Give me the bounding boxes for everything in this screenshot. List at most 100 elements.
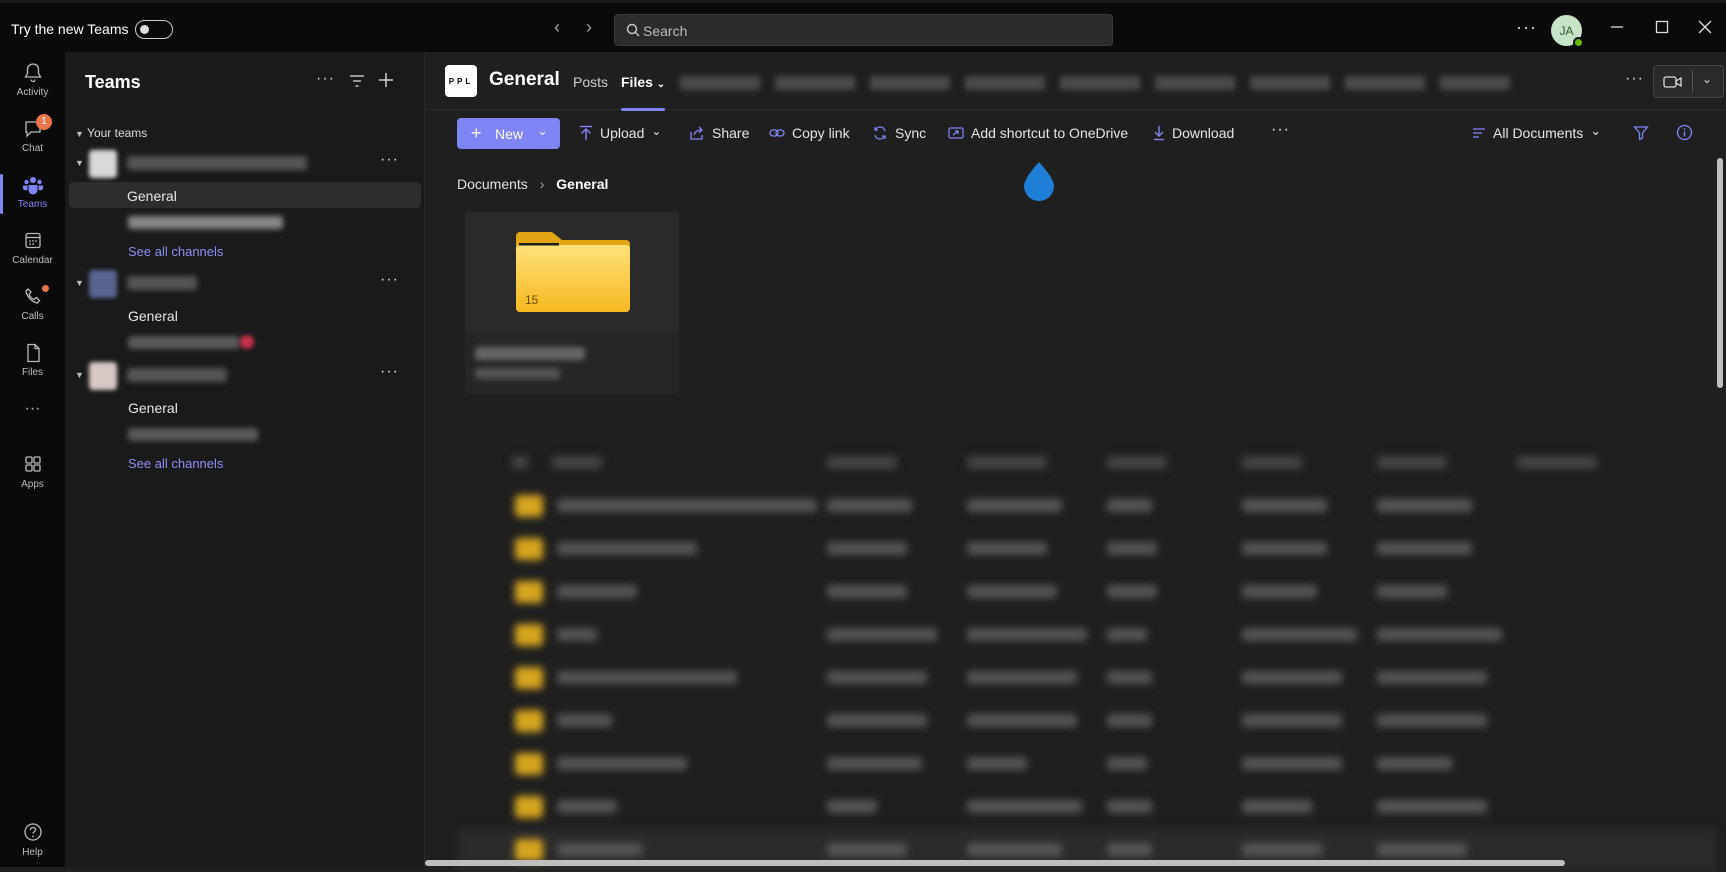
table-row[interactable]	[457, 485, 1717, 528]
upload-icon	[580, 125, 592, 140]
title-bar: Try the new Teams ‹ › ··· JA	[0, 0, 1726, 52]
try-new-teams-toggle[interactable]	[135, 20, 173, 39]
rail-item-help[interactable]: Help	[0, 816, 65, 868]
table-row[interactable]	[457, 743, 1717, 786]
folder-icon	[515, 753, 543, 775]
folder-tile[interactable]: 15	[465, 212, 679, 394]
filter-icon[interactable]	[349, 74, 365, 88]
see-all-channels-link[interactable]: See all channels	[128, 244, 223, 259]
cell	[827, 585, 907, 598]
copy-link-button[interactable]: Copy link	[769, 125, 850, 141]
rail-item-more[interactable]: ···	[0, 400, 65, 452]
team-row[interactable]: ▼ ···	[75, 150, 415, 178]
document-list-blurred	[457, 442, 1717, 872]
upload-button[interactable]: Upload ⌄	[579, 124, 661, 141]
back-arrow-icon[interactable]: ‹	[554, 17, 560, 38]
new-button[interactable]: + New ⌄	[457, 118, 560, 149]
channel-redacted[interactable]	[128, 336, 240, 349]
table-row[interactable]	[457, 657, 1717, 700]
table-row[interactable]	[457, 571, 1717, 614]
teams-icon	[22, 177, 43, 195]
chevron-right-icon: ›	[539, 176, 545, 192]
table-row[interactable]	[457, 614, 1717, 657]
team-avatar	[89, 270, 117, 298]
download-button[interactable]: Download	[1153, 125, 1234, 141]
cell	[1107, 499, 1152, 512]
header-more-icon[interactable]: ···	[1625, 70, 1644, 88]
search-input[interactable]	[643, 21, 1093, 41]
horizontal-scrollbar[interactable]	[425, 860, 1565, 866]
team-more-icon[interactable]: ···	[380, 271, 399, 289]
caret-down-icon: ▼	[75, 158, 84, 168]
team-more-icon[interactable]: ···	[380, 151, 399, 169]
channel-redacted[interactable]	[128, 428, 258, 441]
folder-icon	[515, 581, 543, 603]
see-all-channels-link[interactable]: See all channels	[128, 456, 223, 471]
folder-icon	[515, 710, 543, 732]
cell	[557, 585, 637, 598]
rail-item-chat[interactable]: 1 Chat	[0, 112, 65, 164]
folder-icon	[515, 538, 543, 560]
more-options-icon[interactable]: ···	[316, 70, 335, 88]
column-header	[1377, 456, 1447, 469]
download-label: Download	[1172, 125, 1235, 141]
rail-item-calendar[interactable]: Calendar	[0, 224, 65, 276]
avatar[interactable]: JA	[1551, 15, 1584, 48]
new-label: New	[495, 126, 524, 142]
meet-button[interactable]: ⌄	[1653, 65, 1724, 98]
channel-general[interactable]: General	[69, 182, 421, 208]
maximize-icon[interactable]	[1652, 17, 1672, 37]
add-team-icon[interactable]	[378, 72, 394, 88]
team-row[interactable]: ▼ ···	[75, 270, 415, 298]
search-box[interactable]	[614, 14, 1113, 46]
share-button[interactable]: Share	[689, 125, 749, 141]
bell-icon	[23, 63, 42, 83]
rail-label: Calls	[21, 311, 44, 322]
your-teams-label: Your teams	[87, 126, 148, 140]
vertical-scrollbar[interactable]	[1717, 158, 1723, 388]
your-teams-header[interactable]: ▼ Your teams	[75, 126, 147, 140]
add-shortcut-button[interactable]: Add shortcut to OneDrive	[948, 125, 1128, 141]
rail-item-teams[interactable]: Teams	[0, 168, 65, 220]
column-header	[967, 456, 1047, 469]
column-header	[827, 456, 897, 469]
rail-item-calls[interactable]: Calls	[0, 280, 65, 332]
link-icon	[769, 129, 785, 137]
settings-more-icon[interactable]: ···	[1516, 17, 1537, 38]
cell	[1377, 628, 1502, 641]
filter-icon[interactable]	[1633, 125, 1649, 141]
toolbar-more-icon[interactable]: ···	[1271, 121, 1290, 139]
tab-files[interactable]: Files ⌄	[621, 74, 665, 90]
table-row[interactable]	[457, 528, 1717, 571]
close-icon[interactable]	[1695, 17, 1715, 37]
minimize-icon[interactable]	[1607, 17, 1627, 37]
chevron-down-icon[interactable]: ⌄	[1702, 72, 1712, 86]
cell	[967, 800, 1082, 813]
additional-tabs-redacted[interactable]	[680, 76, 1510, 90]
teams-sidebar: Teams ··· ▼ Your teams ▼ ··· General See…	[65, 52, 425, 867]
rail-item-apps[interactable]: Apps	[0, 448, 65, 500]
rail-label: Apps	[21, 479, 44, 490]
table-row[interactable]	[457, 700, 1717, 743]
channel-redacted[interactable]	[128, 216, 283, 229]
mention-badge	[240, 335, 254, 349]
sync-button[interactable]: Sync	[872, 125, 926, 141]
team-row[interactable]: ▼ ···	[75, 362, 415, 390]
info-icon[interactable]	[1676, 124, 1693, 141]
table-row[interactable]	[457, 786, 1717, 829]
channel-general[interactable]: General	[128, 308, 178, 324]
rail-item-files[interactable]: Files	[0, 336, 65, 388]
team-more-icon[interactable]: ···	[380, 363, 399, 381]
breadcrumb-documents[interactable]: Documents	[457, 176, 528, 192]
cell	[1107, 628, 1147, 641]
rail-item-activity[interactable]: Activity	[0, 56, 65, 108]
video-camera-icon	[1663, 76, 1682, 88]
forward-arrow-icon[interactable]: ›	[586, 17, 592, 38]
breadcrumb-general: General	[556, 176, 609, 192]
channel-general[interactable]: General	[128, 400, 178, 416]
cell	[557, 499, 817, 512]
cell	[827, 714, 927, 727]
view-selector[interactable]: All Documents ⌄	[1472, 123, 1601, 141]
rail-label: Activity	[16, 87, 49, 98]
tab-posts[interactable]: Posts	[573, 74, 608, 90]
